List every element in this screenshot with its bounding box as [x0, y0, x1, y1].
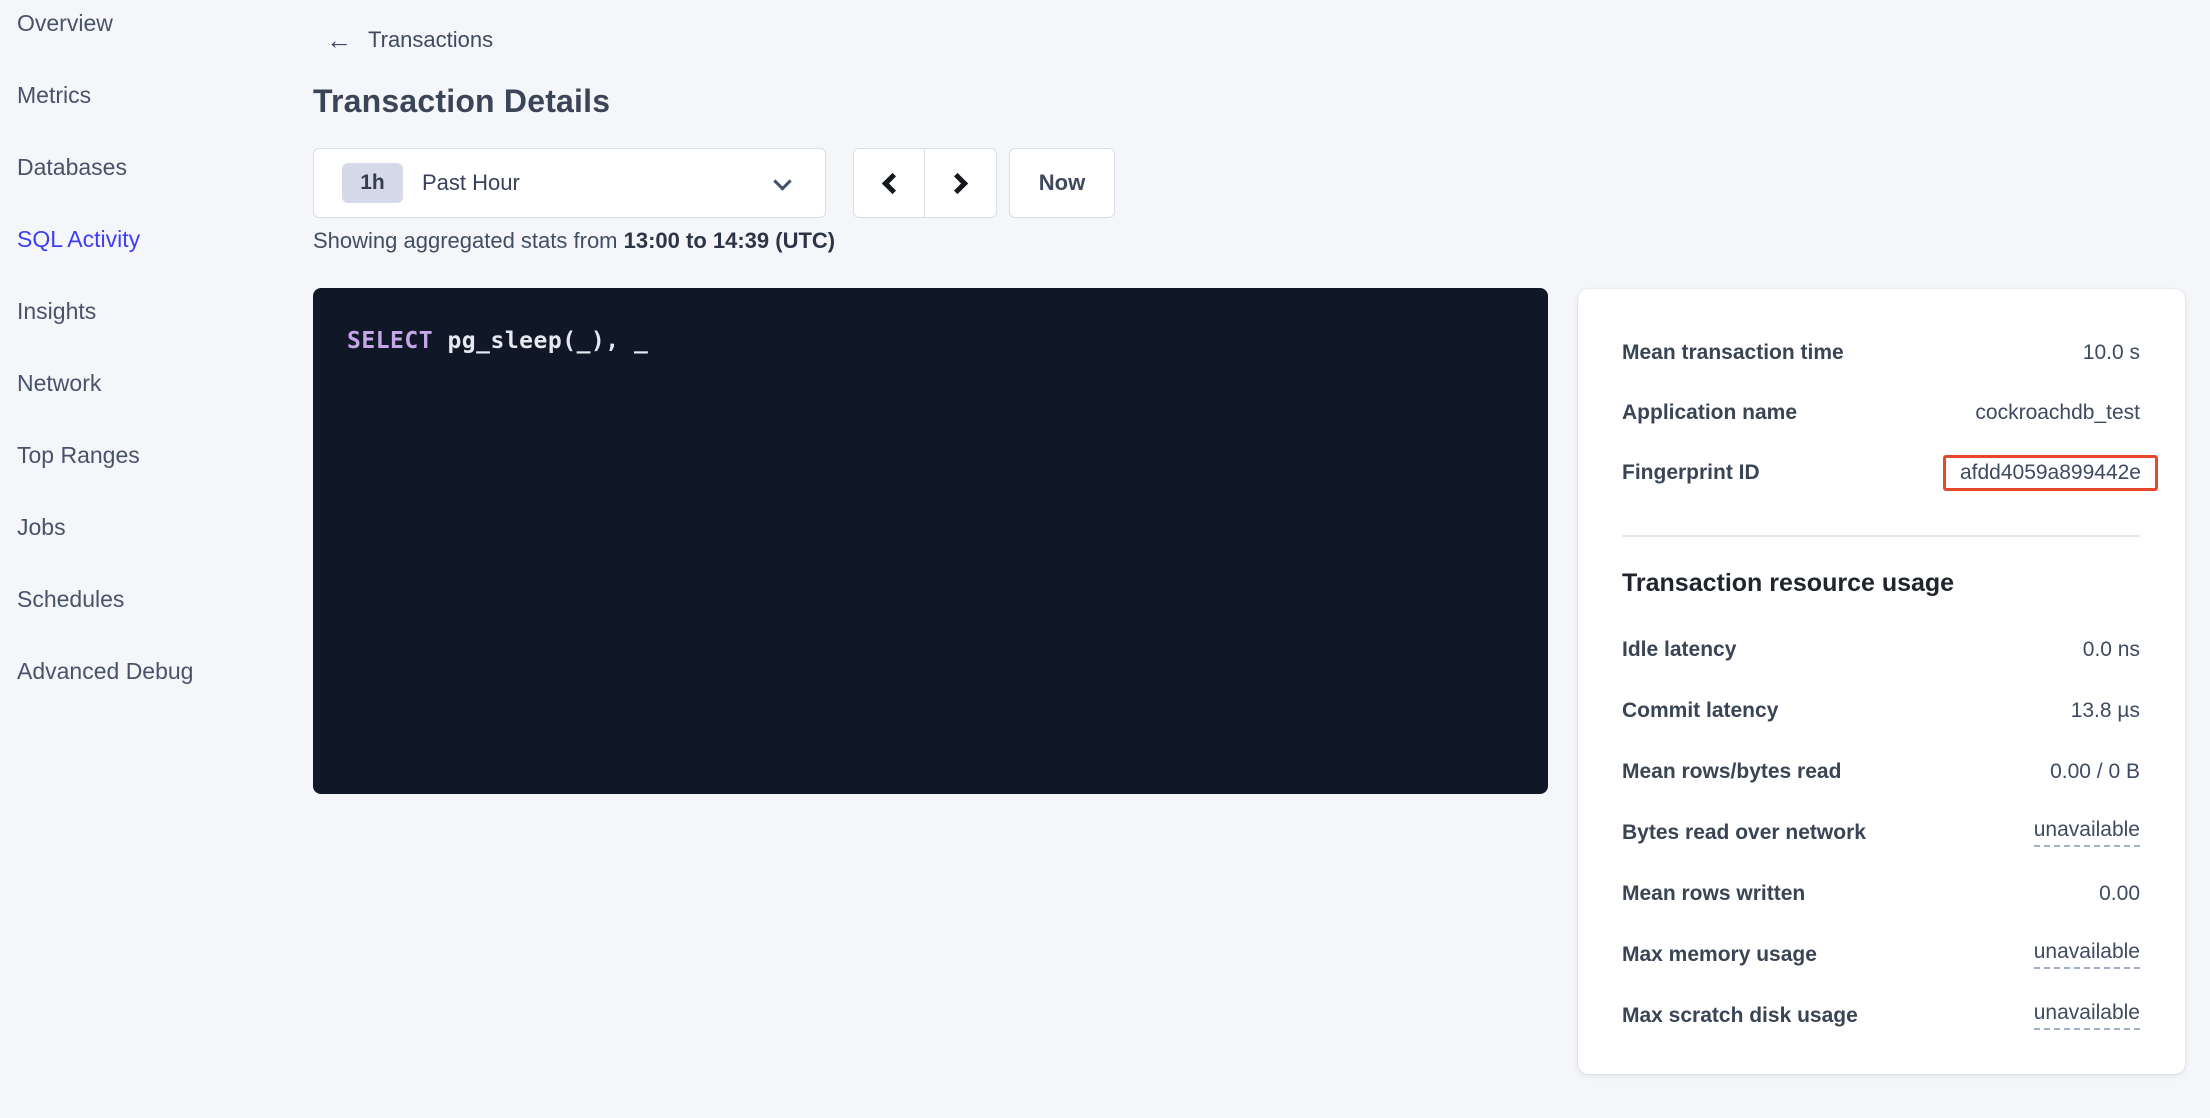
summary-row-value: 0.0 ns: [2083, 638, 2140, 662]
sidebar: Overview Metrics Databases SQL Activity …: [0, 0, 300, 720]
summary-row-label: Max memory usage: [1622, 943, 1817, 967]
summary-row-label: Bytes read over network: [1622, 821, 1866, 845]
page-title: Transaction Details: [313, 83, 610, 120]
summary-row-label: Mean transaction time: [1622, 341, 1844, 365]
breadcrumb-back-link[interactable]: ← Transactions: [326, 26, 493, 54]
sidebar-item-jobs[interactable]: Jobs: [0, 504, 300, 550]
next-range-button[interactable]: [925, 149, 996, 217]
summary-row-value: 13.8 µs: [2071, 699, 2140, 723]
summary-row-max-scratch-disk-usage: Max scratch disk usage unavailable: [1622, 985, 2140, 1046]
time-range-badge: 1h: [342, 163, 403, 203]
sidebar-item-network[interactable]: Network: [0, 360, 300, 406]
aggregated-stats-caption: Showing aggregated stats from 13:00 to 1…: [313, 227, 835, 255]
summary-row-label: Mean rows written: [1622, 882, 1805, 906]
sql-keyword: SELECT: [347, 328, 433, 354]
fingerprint-highlight-box: afdd4059a899442e: [1943, 455, 2158, 491]
sql-statement-text: pg_sleep(_), _: [433, 328, 648, 354]
card-divider: [1622, 535, 2140, 537]
time-range-step-buttons: [853, 148, 997, 218]
summary-row-label: Mean rows/bytes read: [1622, 760, 1841, 784]
summary-row-label: Commit latency: [1622, 699, 1778, 723]
sidebar-item-metrics[interactable]: Metrics: [0, 72, 300, 118]
unavailable-tooltip-value[interactable]: unavailable: [2034, 818, 2140, 847]
summary-row-commit-latency: Commit latency 13.8 µs: [1622, 680, 2140, 741]
chevron-left-icon: [881, 172, 902, 193]
summary-row-value: 0.00 / 0 B: [2050, 760, 2140, 784]
fingerprint-id-value: afdd4059a899442e: [1960, 461, 2141, 484]
sidebar-item-advanced-debug[interactable]: Advanced Debug: [0, 648, 300, 694]
summary-row-value: cockroachdb_test: [1975, 401, 2140, 425]
summary-row-application-name: Application name cockroachdb_test: [1622, 383, 2140, 443]
summary-row-fingerprint-id: Fingerprint ID afdd4059a899442e: [1622, 443, 2140, 503]
resource-usage-heading: Transaction resource usage: [1622, 565, 2140, 601]
sidebar-nav-list: Overview Metrics Databases SQL Activity …: [0, 0, 300, 694]
summary-row-label: Idle latency: [1622, 638, 1736, 662]
summary-row-mean-transaction-time: Mean transaction time 10.0 s: [1622, 323, 2140, 383]
time-range-selector[interactable]: 1h Past Hour: [313, 148, 826, 218]
summary-row-mean-rows-bytes-read: Mean rows/bytes read 0.00 / 0 B: [1622, 741, 2140, 802]
resource-usage-rows: Idle latency 0.0 ns Commit latency 13.8 …: [1622, 619, 2140, 1046]
summary-row-idle-latency: Idle latency 0.0 ns: [1622, 619, 2140, 680]
sidebar-item-schedules[interactable]: Schedules: [0, 576, 300, 622]
unavailable-tooltip-value[interactable]: unavailable: [2034, 940, 2140, 969]
now-button[interactable]: Now: [1009, 148, 1115, 218]
chevron-down-icon: [773, 172, 791, 190]
summary-row-value: 0.00: [2099, 882, 2140, 906]
summary-row-label: Max scratch disk usage: [1622, 1004, 1858, 1028]
previous-range-button[interactable]: [854, 149, 925, 217]
transaction-details-page: { "sidebar": { "items": [ { "label": "Ov…: [0, 0, 2210, 1118]
summary-row-mean-rows-written: Mean rows written 0.00: [1622, 863, 2140, 924]
summary-row-max-memory-usage: Max memory usage unavailable: [1622, 924, 2140, 985]
sidebar-item-overview[interactable]: Overview: [0, 0, 300, 46]
chevron-right-icon: [947, 172, 968, 193]
summary-row-label: Fingerprint ID: [1622, 461, 1760, 485]
summary-row-value: 10.0 s: [2083, 341, 2140, 365]
time-range-label: Past Hour: [422, 170, 520, 196]
summary-row-bytes-read-over-network: Bytes read over network unavailable: [1622, 802, 2140, 863]
summary-row-label: Application name: [1622, 401, 1797, 425]
sidebar-item-top-ranges[interactable]: Top Ranges: [0, 432, 300, 478]
sidebar-item-databases[interactable]: Databases: [0, 144, 300, 190]
sidebar-item-sql-activity[interactable]: SQL Activity: [0, 216, 300, 262]
stats-caption-prefix: Showing aggregated stats from: [313, 228, 624, 253]
transaction-summary-card: Mean transaction time 10.0 s Application…: [1578, 289, 2185, 1074]
sql-statement-box: SELECT pg_sleep(_), _: [313, 288, 1548, 794]
back-arrow-icon: ←: [326, 26, 352, 54]
unavailable-tooltip-value[interactable]: unavailable: [2034, 1001, 2140, 1030]
stats-caption-range: 13:00 to 14:39 (UTC): [624, 228, 836, 253]
sidebar-item-insights[interactable]: Insights: [0, 288, 300, 334]
breadcrumb-label: Transactions: [368, 27, 493, 53]
